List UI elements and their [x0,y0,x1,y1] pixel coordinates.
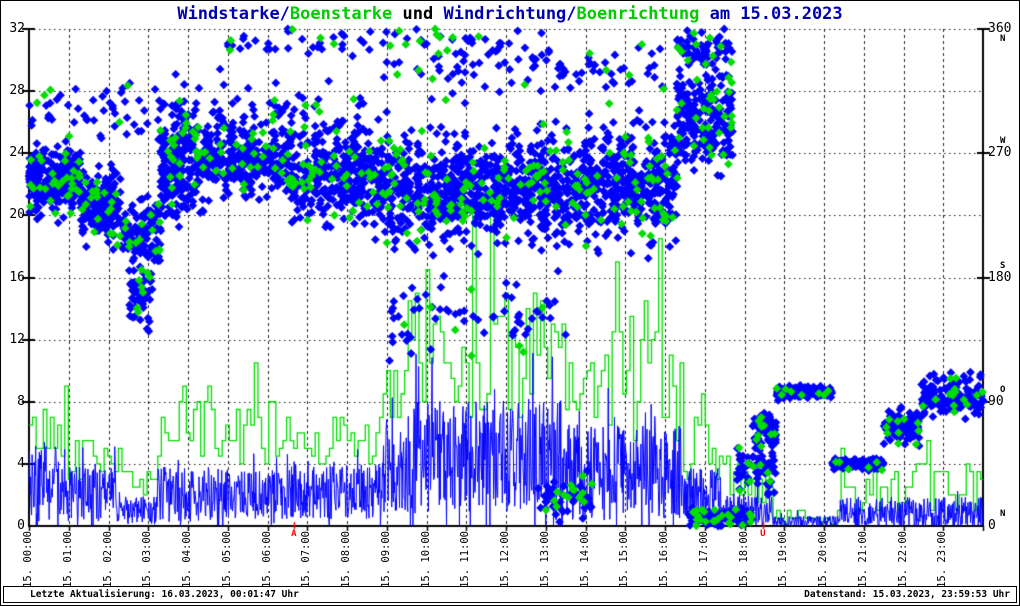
x-axis-tick-label: 15. 07:00 [300,531,313,588]
y-right-tick-label: 0 [988,518,996,533]
x-axis-tick-label: 15. 18:00 [737,531,750,588]
y-right-tick-label: 90 [988,393,1004,409]
chart-plot-area [1,1,1019,605]
data-timestamp-text: Datenstand: 15.03.2023, 23:59:53 Uhr [804,589,1010,600]
x-axis-tick-label: 15. 01:00 [61,531,74,588]
x-axis-tick-label: 15. 04:00 [181,531,193,588]
x-axis-tick-label: 15. 14:00 [578,531,591,588]
x-axis-tick-label: 15. 11:00 [459,531,472,588]
x-axis-tick-label: 15. 08:00 [340,531,352,588]
y-left-tick-label: 16 [9,269,25,285]
compass-letter-label: N [1000,34,1006,44]
y-left-tick-label: 4 [17,455,25,471]
x-axis-tick-label: 15. 22:00 [896,531,909,588]
weather-chart-window: Windstarke/Boenstarke und Windrichtung/B… [0,0,1020,606]
x-axis-tick-label: 15. 06:00 [260,531,273,588]
x-axis-tick-label: 15. 15:00 [618,531,631,588]
y-left-tick-label: 8 [17,393,25,409]
x-axis-tick-label: 15. 09:00 [379,531,392,588]
x-axis-tick-label: 15. 19:00 [777,531,790,588]
sunset-marker-u: U [760,529,766,539]
y-left-tick-label: 12 [9,331,25,347]
x-axis-tick-label: 15. 21:00 [856,531,869,588]
x-axis-tick-label: 15. 12:00 [499,531,511,588]
sunrise-marker-a: A [291,529,297,539]
x-axis-tick-label: 15. 23:00 [936,531,949,588]
y-left-tick-label: 32 [9,21,25,36]
y-right-tick-label: 180 [988,269,1012,285]
last-update-text: Letzte Aktualisierung: 16.03.2023, 00:01… [30,589,299,600]
y-right-tick-label: 270 [988,145,1012,161]
compass-letter-label: S [1000,260,1006,271]
compass-letter-label: W [1000,136,1006,147]
compass-letter-label: O [1000,384,1006,395]
x-axis-tick-label: 15. 02:00 [101,531,114,588]
x-axis-tick-label: 15. 17:00 [697,531,710,588]
x-axis-tick-label: 15. 13:00 [538,531,551,588]
y-left-tick-label: 20 [9,207,25,223]
x-axis-tick-label: 15. 05:00 [220,531,233,588]
x-axis-tick-label: 15. 03:00 [141,531,154,588]
status-bar: Letzte Aktualisierung: 16.03.2023, 00:01… [3,586,1017,603]
y-left-tick-label: 28 [9,83,25,99]
x-axis-tick-label: 15. 10:00 [419,531,432,588]
x-axis-tick-label: 15. 20:00 [817,531,829,588]
x-axis-tick-label: 15. 16:00 [658,531,670,588]
compass-letter-label: N [1000,509,1006,519]
x-axis-tick-label: 15. 00:00 [22,531,34,588]
y-left-tick-label: 24 [9,145,25,161]
